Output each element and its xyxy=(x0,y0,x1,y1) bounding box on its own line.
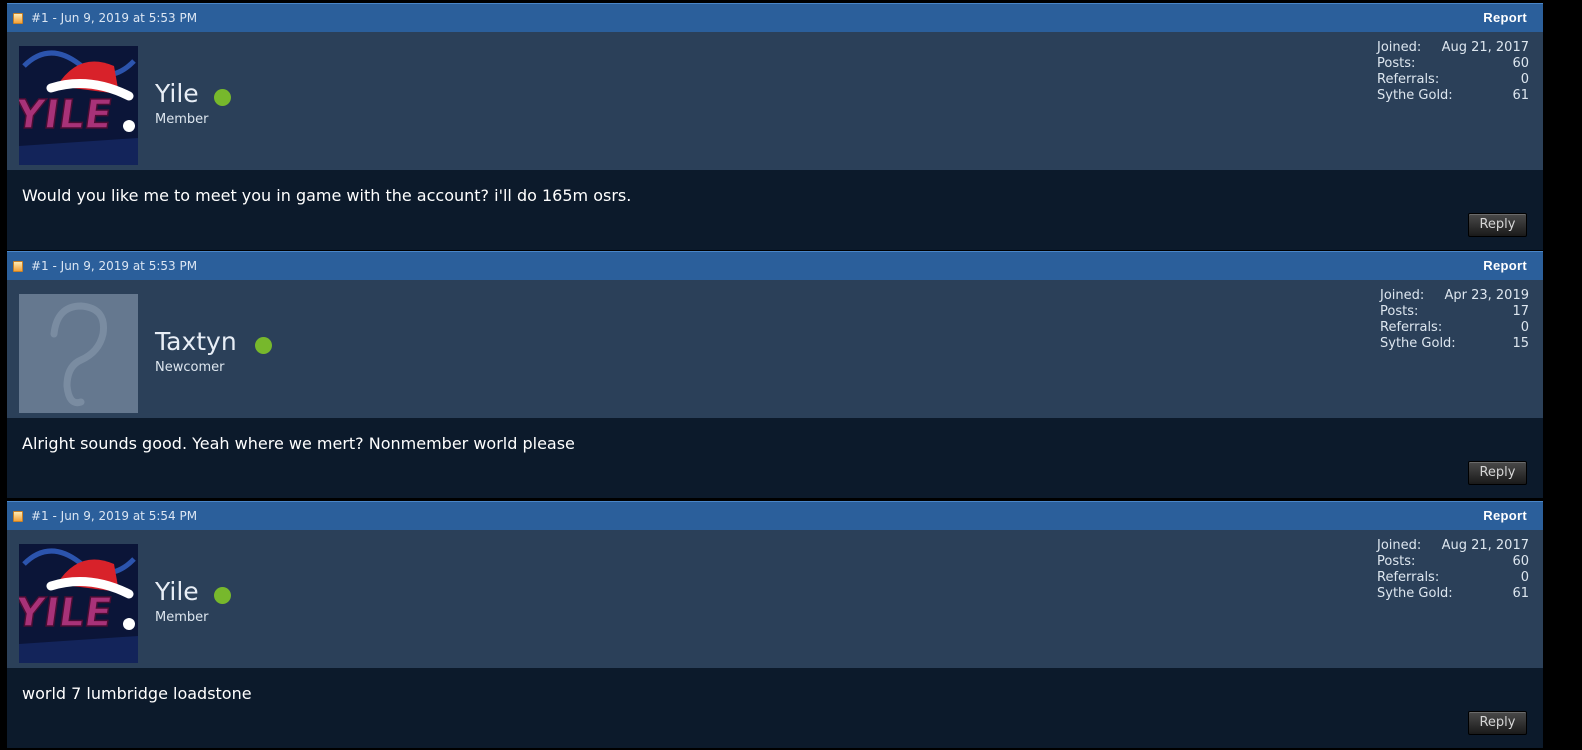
user-panel: YILE Yile Member Joined: Aug 21, 2017 Posts: 6… xyxy=(7,32,1543,170)
user-stats: Joined: Aug 21, 2017 Posts: 60 Referrals: 0 Sy… xyxy=(1377,538,1529,602)
post-meta[interactable]: #1 - Jun 9, 2019 at 5:53 PM xyxy=(31,11,197,25)
svg-text:YILE: YILE xyxy=(19,590,115,636)
user-stats: Joined: Aug 21, 2017 Posts: 60 Referrals: 0 Sy… xyxy=(1377,40,1529,104)
username[interactable]: Taxtyn xyxy=(155,327,237,356)
post: #1 - Jun 9, 2019 at 5:53 PM Report YILE Yil… xyxy=(7,3,1543,250)
reply-button[interactable]: Reply xyxy=(1468,711,1527,735)
stat-row: Referrals: 0 xyxy=(1380,320,1529,336)
stat-label: Posts: xyxy=(1377,56,1416,71)
avatar[interactable]: YILE xyxy=(19,46,138,165)
svg-text:YILE: YILE xyxy=(19,92,115,138)
stat-label: Posts: xyxy=(1380,304,1419,319)
online-status-icon xyxy=(214,587,231,604)
reply-button[interactable]: Reply xyxy=(1468,461,1527,485)
post-header: #1 - Jun 9, 2019 at 5:53 PM Report xyxy=(7,3,1543,32)
stat-row: Posts: 60 xyxy=(1377,56,1529,72)
stat-value: Aug 21, 2017 xyxy=(1441,40,1529,55)
avatar[interactable]: YILE xyxy=(19,544,138,663)
stat-value: 0 xyxy=(1520,570,1529,585)
post-header: #1 - Jun 9, 2019 at 5:54 PM Report xyxy=(7,501,1543,530)
stat-row: Posts: 60 xyxy=(1377,554,1529,570)
stat-row: Posts: 17 xyxy=(1380,304,1529,320)
reply-button[interactable]: Reply xyxy=(1468,213,1527,237)
post-meta[interactable]: #1 - Jun 9, 2019 at 5:53 PM xyxy=(31,259,197,273)
post-message: world 7 lumbridge loadstone xyxy=(22,684,252,703)
stat-value: 61 xyxy=(1512,586,1529,601)
post: #1 - Jun 9, 2019 at 5:54 PM Report YILE Yil… xyxy=(7,501,1543,748)
stat-value: Aug 21, 2017 xyxy=(1441,538,1529,553)
report-link[interactable]: Report xyxy=(1483,258,1527,273)
stat-value: 60 xyxy=(1512,56,1529,71)
user-rank: Newcomer xyxy=(155,360,225,375)
scrollbar[interactable] xyxy=(1543,0,1582,750)
stat-label: Joined: xyxy=(1377,40,1422,55)
stat-label: Referrals: xyxy=(1377,570,1440,585)
stat-label: Sythe Gold: xyxy=(1377,88,1453,103)
stat-row: Sythe Gold: 61 xyxy=(1377,586,1529,602)
online-status-icon xyxy=(255,337,272,354)
stat-value: 0 xyxy=(1520,72,1529,87)
user-stats: Joined: Apr 23, 2019 Posts: 17 Referrals: 0 Sy… xyxy=(1380,288,1529,352)
stat-label: Joined: xyxy=(1380,288,1425,303)
stat-label: Sythe Gold: xyxy=(1377,586,1453,601)
post-header: #1 - Jun 9, 2019 at 5:53 PM Report xyxy=(7,251,1543,280)
stat-label: Sythe Gold: xyxy=(1380,336,1456,351)
report-link[interactable]: Report xyxy=(1483,10,1527,25)
post-message: Would you like me to meet you in game wi… xyxy=(22,186,632,205)
stat-row: Joined: Aug 21, 2017 xyxy=(1377,40,1529,56)
stat-label: Joined: xyxy=(1377,538,1422,553)
post-meta[interactable]: #1 - Jun 9, 2019 at 5:54 PM xyxy=(31,509,197,523)
post: #1 - Jun 9, 2019 at 5:53 PM Report Taxtyn N… xyxy=(7,251,1543,498)
stat-value: 17 xyxy=(1512,304,1529,319)
stat-value: 0 xyxy=(1520,320,1529,335)
username[interactable]: Yile xyxy=(155,577,199,606)
stat-row: Referrals: 0 xyxy=(1377,570,1529,586)
avatar[interactable] xyxy=(19,294,138,413)
username[interactable]: Yile xyxy=(155,79,199,108)
stat-label: Referrals: xyxy=(1377,72,1440,87)
stat-value: 15 xyxy=(1512,336,1529,351)
post-icon xyxy=(13,13,23,24)
stat-row: Sythe Gold: 61 xyxy=(1377,88,1529,104)
post-message: Alright sounds good. Yeah where we mert?… xyxy=(22,434,575,453)
post-icon xyxy=(13,511,23,522)
stat-row: Referrals: 0 xyxy=(1377,72,1529,88)
stat-row: Joined: Aug 21, 2017 xyxy=(1377,538,1529,554)
post-icon xyxy=(13,261,23,272)
stat-value: 61 xyxy=(1512,88,1529,103)
stat-value: Apr 23, 2019 xyxy=(1444,288,1529,303)
stat-row: Sythe Gold: 15 xyxy=(1380,336,1529,352)
user-rank: Member xyxy=(155,112,209,127)
user-panel: YILE Yile Member Joined: Aug 21, 2017 Posts: 6… xyxy=(7,530,1543,668)
stat-row: Joined: Apr 23, 2019 xyxy=(1380,288,1529,304)
stat-label: Posts: xyxy=(1377,554,1416,569)
user-panel: Taxtyn Newcomer Joined: Apr 23, 2019 Posts: 1… xyxy=(7,280,1543,418)
user-rank: Member xyxy=(155,610,209,625)
report-link[interactable]: Report xyxy=(1483,508,1527,523)
stat-label: Referrals: xyxy=(1380,320,1443,335)
stat-value: 60 xyxy=(1512,554,1529,569)
online-status-icon xyxy=(214,89,231,106)
